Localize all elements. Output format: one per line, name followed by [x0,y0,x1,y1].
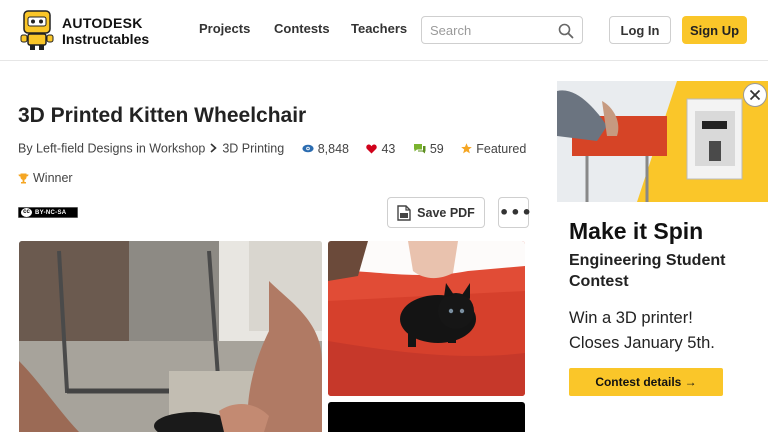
ad-desc-line-2: Closes January 5th. [569,334,715,352]
contest-details-button[interactable]: Contest details → [569,368,723,396]
winner-badge: Winner [18,171,73,185]
more-options-button[interactable]: ••• [498,197,532,228]
search-box [421,16,583,44]
pdf-icon [397,204,411,221]
product-name: Instructables [62,31,150,47]
nav-projects[interactable]: Projects [199,21,250,36]
save-pdf-button[interactable]: Save PDF [387,197,485,228]
photo-thumbnail-dark[interactable] [328,402,525,432]
robot-mascot-icon [20,10,54,50]
site-logo[interactable]: AUTODESK Instructables [18,9,158,53]
category-link[interactable]: 3D Printing [222,142,284,156]
article-meta: By Left-field Designs in Workshop 3D Prin… [18,141,526,156]
license-badge[interactable]: cc BY-NC-SA [18,207,78,218]
featured-badge: Featured [461,142,526,156]
ad-description: Win a 3D printer! Closes January 5th. [569,306,764,356]
ad-subtitle: Engineering Student Contest [569,252,726,290]
author-byline[interactable]: By Left-field Designs in Workshop [18,142,205,156]
comments-stat: 59 [413,142,444,156]
close-icon [749,89,761,101]
contest-ad: Make it Spin Engineering Student Contest… [557,81,768,432]
brand-name: AUTODESK [62,15,143,31]
ad-close-button[interactable] [743,83,767,107]
search-input[interactable] [430,22,550,39]
nav-contests[interactable]: Contests [274,21,330,36]
comments-count: 59 [429,141,444,156]
ad-image [557,81,768,202]
featured-label: Featured [476,141,527,156]
ad-desc-line-1: Win a 3D printer! [569,309,693,327]
ad-title: Make it Spin [569,218,704,244]
views-stat: 8,848 [302,142,349,156]
login-button[interactable]: Log In [609,16,671,44]
heart-icon [366,144,378,154]
search-icon[interactable] [558,23,574,39]
chevron-right-icon [210,142,218,156]
winner-label: Winner [33,171,73,185]
license-text: BY-NC-SA [35,209,67,216]
kitten-photo[interactable] [328,241,525,396]
star-icon [461,143,473,154]
favorites-stat: 43 [366,142,395,156]
page-title: 3D Printed Kitten Wheelchair [18,104,307,127]
site-header: AUTODESK Instructables Projects Contests… [0,0,768,61]
main-photo[interactable] [19,241,322,432]
eye-icon [302,144,314,153]
favorites-count: 43 [381,141,396,156]
trophy-icon [18,173,29,183]
views-count: 8,848 [317,141,349,156]
nav-teachers[interactable]: Teachers [351,21,407,36]
creative-commons-icon: cc [21,208,32,217]
save-pdf-label: Save PDF [417,205,475,220]
black-kitten-photo [328,241,525,396]
3d-printer-ad-image [557,81,768,202]
comment-icon [413,144,426,154]
signup-button[interactable]: Sign Up [682,16,747,44]
kitten-wheelchair-photo [19,241,322,432]
